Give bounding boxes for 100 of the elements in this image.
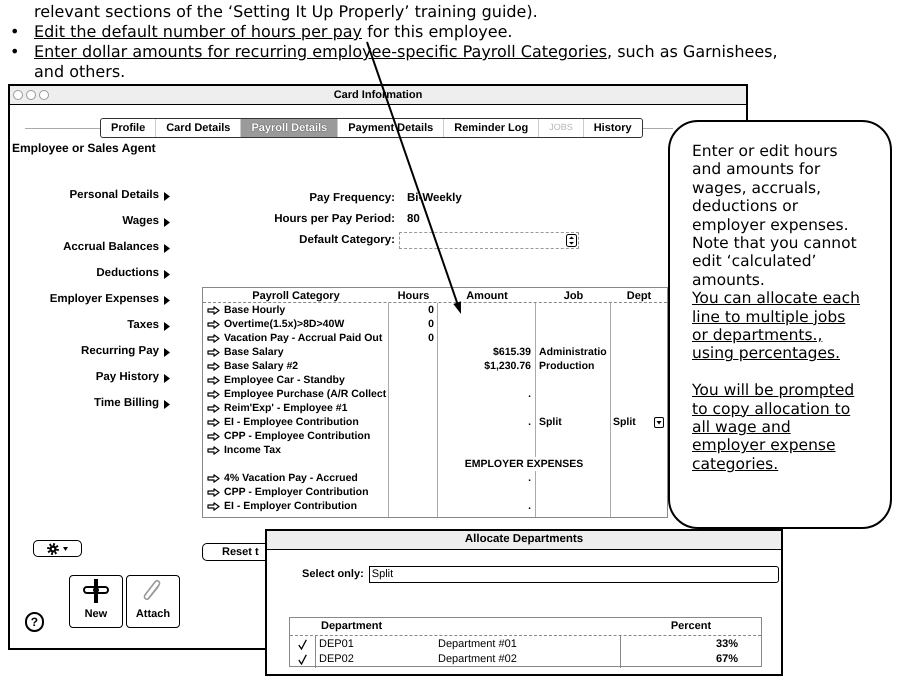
tab[interactable]: Profile <box>101 119 156 137</box>
nav-item[interactable]: Employer Expenses <box>50 291 170 309</box>
table-cell: EI - Employer Contribution <box>224 499 357 513</box>
table-cell: 0 <box>428 317 434 331</box>
gear-menu-button[interactable] <box>33 540 82 557</box>
close-button[interactable] <box>13 90 23 100</box>
triangle-icon <box>164 374 170 382</box>
triangle-icon <box>164 400 170 408</box>
table-cell: 0 <box>428 331 434 345</box>
section-heading: Employee or Sales Agent <box>12 141 156 155</box>
bullet-marker: • <box>9 42 20 63</box>
instruction-text: Edit the default number of hours per pay for this employee. <box>34 22 514 42</box>
table-cell: Base Salary #2 <box>224 359 298 373</box>
column-header: Hours <box>398 289 430 304</box>
table-cell: Income Tax <box>224 443 281 457</box>
table-cell: . <box>528 415 531 429</box>
caret-icon <box>63 546 68 550</box>
nav-item[interactable]: Accrual Balances <box>63 239 170 257</box>
table-cell: Base Salary <box>224 345 284 359</box>
triangle-icon <box>164 218 170 226</box>
dropdown-arrow-icon <box>566 234 577 247</box>
table-cell-text: Department #01 <box>438 637 517 652</box>
table-cell: EI - Employee Contribution <box>224 415 359 429</box>
table-cell: . <box>528 471 531 485</box>
nav-item[interactable]: Pay History <box>96 369 170 387</box>
column-header: Job <box>564 289 584 304</box>
triangle-icon <box>164 348 170 356</box>
table-cell: CPP - Employee Contribution <box>224 429 370 443</box>
arrow-icon <box>207 502 220 510</box>
arrow-icon <box>207 320 220 328</box>
table-cell: Production <box>539 359 594 373</box>
table-cell: Reim'Exp' - Employee #1 <box>224 401 348 415</box>
arrow-icon <box>207 432 220 440</box>
arrow-icon <box>207 488 220 496</box>
filter-field[interactable]: Split <box>368 566 779 583</box>
new-button[interactable]: New <box>68 575 123 628</box>
table-cell-text: Department #02 <box>438 652 517 667</box>
tab[interactable]: History <box>582 119 642 137</box>
dialog-title: Allocate Departments <box>464 532 584 548</box>
tab[interactable]: Reminder Log <box>443 119 538 137</box>
table-cell: Split <box>539 415 562 429</box>
arrow-icon <box>207 376 220 384</box>
table-cell-text: 33% <box>716 637 738 652</box>
bullet-marker: • <box>9 22 20 42</box>
column-header: Department <box>321 619 382 634</box>
callout-text: Enter or edit hours and amounts for wages, accruals, deductions or employer expenses. Note that you cannot edit ‘calculated’ amounts. <box>692 142 858 290</box>
column-header: Amount <box>466 289 508 304</box>
zoom-button[interactable] <box>39 90 49 100</box>
table-cell-text: DEP01 <box>319 637 354 652</box>
arrow-icon <box>207 418 220 426</box>
column-header: Percent <box>670 619 712 634</box>
column-header: Payroll Category <box>252 289 340 304</box>
table-cell-text: DEP02 <box>319 652 354 667</box>
arrow-icon <box>207 306 220 314</box>
triangle-icon <box>164 192 170 200</box>
tab[interactable]: Payment Details <box>337 119 444 137</box>
arrow-icon <box>207 446 220 454</box>
field-label: Hours per Pay Period: <box>274 212 395 227</box>
field-value: 80 <box>407 212 420 227</box>
table-cell: $615.39 <box>493 345 531 359</box>
callout-text: You can allocate each line to multiple jobs or departments., using percentages. <box>692 289 861 363</box>
arrow-icon <box>207 348 220 356</box>
callout-text: You will be prompted to copy allocation to all wage and employer expense categories. <box>692 381 856 474</box>
table-cell: . <box>528 499 531 513</box>
table-cell: . <box>528 387 531 401</box>
arrow-icon <box>207 474 220 482</box>
table-cell: Base Hourly <box>224 303 286 317</box>
arrow-icon <box>207 390 220 398</box>
nav-item[interactable]: Deductions <box>96 265 170 283</box>
nav-item[interactable]: Taxes <box>127 317 170 335</box>
arrow-icon <box>207 362 220 370</box>
help-button[interactable]: ? <box>25 612 44 632</box>
table-cell: Employee Purchase (A/R Collect <box>224 387 386 401</box>
table-cell: Employee Car - Standby <box>224 373 345 387</box>
field-label: Default Category: <box>299 232 395 248</box>
table-cell: $1,230.76 <box>484 359 531 373</box>
table-cell: Split <box>613 415 636 429</box>
triangle-icon <box>164 244 170 252</box>
minimize-button[interactable] <box>26 90 36 100</box>
table-cell: Administratio <box>539 345 607 359</box>
attach-button[interactable]: Attach <box>126 575 180 628</box>
nav-item[interactable]: Time Billing <box>94 395 170 413</box>
column-header: Dept <box>626 289 652 304</box>
nav-item[interactable]: Wages <box>122 213 170 231</box>
gear-icon <box>47 542 59 554</box>
table-cell: 4% Vacation Pay - Accrued <box>224 471 358 485</box>
field-label: Pay Frequency: <box>309 190 395 206</box>
arrow-icon <box>207 334 220 342</box>
default-category-dropdown[interactable] <box>399 232 579 249</box>
table-cell: Vacation Pay - Accrual Paid Out <box>224 331 382 345</box>
table-cell: Overtime(1.5x)>8D>40W <box>224 317 344 331</box>
nav-item[interactable]: Recurring Pay <box>81 343 170 361</box>
table-cell: CPP - Employer Contribution <box>224 485 368 499</box>
field-label: Select only: <box>302 567 364 582</box>
instruction-text: relevant sections of the ‘Setting It Up Properly’ training guide). <box>33 2 539 22</box>
nav-item[interactable]: Personal Details <box>70 187 170 205</box>
plus-icon <box>82 578 109 602</box>
triangle-icon <box>164 296 170 304</box>
link[interactable]: Edit the default number of hours per pay <box>34 22 362 41</box>
table-cell: 0 <box>428 303 434 317</box>
